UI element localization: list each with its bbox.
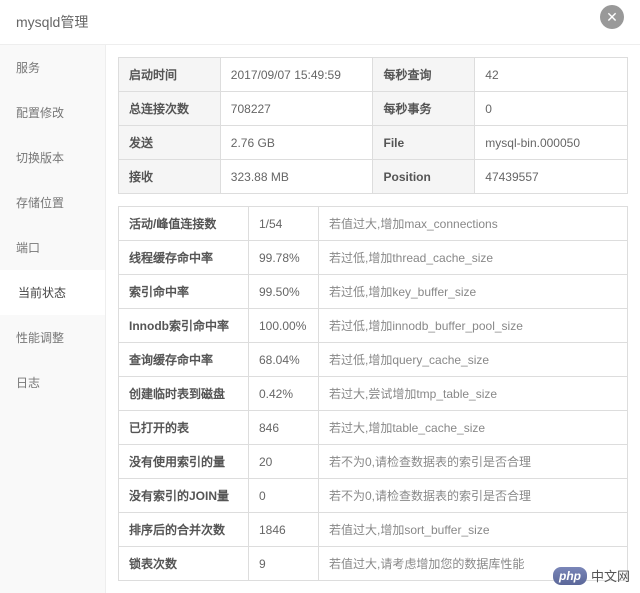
metric-hint: 若值过大,增加max_connections xyxy=(319,207,628,241)
metrics-table: 活动/峰值连接数1/54若值过大,增加max_connections 线程缓存命… xyxy=(118,206,628,581)
dialog-title: mysqld管理 xyxy=(16,12,88,32)
table-row: Innodb索引命中率100.00%若过低,增加innodb_buffer_po… xyxy=(119,309,628,343)
metric-value: 846 xyxy=(249,411,319,445)
metric-value: 68.04% xyxy=(249,343,319,377)
metric-value: 1/54 xyxy=(249,207,319,241)
metric-label: 已打开的表 xyxy=(119,411,249,445)
php-badge-icon: php xyxy=(553,567,587,585)
value-start-time: 2017/09/07 15:49:59 xyxy=(220,58,373,92)
metric-value: 9 xyxy=(249,547,319,581)
sidebar-item-service[interactable]: 服务 xyxy=(0,45,105,90)
sidebar-item-label: 日志 xyxy=(16,376,40,390)
metric-label: 没有使用索引的量 xyxy=(119,445,249,479)
label-file: File xyxy=(373,126,475,160)
label-tps: 每秒事务 xyxy=(373,92,475,126)
metric-hint: 若过低,增加innodb_buffer_pool_size xyxy=(319,309,628,343)
dialog-header: mysqld管理 ✕ xyxy=(0,0,640,45)
metric-label: 查询缓存命中率 xyxy=(119,343,249,377)
watermark-text: 中文网 xyxy=(591,566,630,585)
value-position: 47439557 xyxy=(475,160,628,194)
label-qps: 每秒查询 xyxy=(373,58,475,92)
metric-label: 锁表次数 xyxy=(119,547,249,581)
table-row: 线程缓存命中率99.78%若过低,增加thread_cache_size xyxy=(119,241,628,275)
table-row: 总连接次数 708227 每秒事务 0 xyxy=(119,92,628,126)
value-connections: 708227 xyxy=(220,92,373,126)
metric-label: 排序后的合并次数 xyxy=(119,513,249,547)
sidebar-item-label: 切换版本 xyxy=(16,151,64,165)
table-row: 锁表次数9若值过大,请考虑增加您的数据库性能 xyxy=(119,547,628,581)
metric-value: 1846 xyxy=(249,513,319,547)
sidebar: 服务 配置修改 切换版本 存储位置 端口 当前状态 性能调整 日志 xyxy=(0,45,106,593)
table-row: 活动/峰值连接数1/54若值过大,增加max_connections xyxy=(119,207,628,241)
close-icon[interactable]: ✕ xyxy=(600,5,624,29)
value-received: 323.88 MB xyxy=(220,160,373,194)
sidebar-item-status[interactable]: 当前状态 xyxy=(0,270,105,315)
sidebar-item-storage[interactable]: 存储位置 xyxy=(0,180,105,225)
metric-value: 99.50% xyxy=(249,275,319,309)
table-row: 创建临时表到磁盘0.42%若过大,尝试增加tmp_table_size xyxy=(119,377,628,411)
metric-label: Innodb索引命中率 xyxy=(119,309,249,343)
sidebar-item-performance[interactable]: 性能调整 xyxy=(0,315,105,360)
label-position: Position xyxy=(373,160,475,194)
table-row: 发送 2.76 GB File mysql-bin.000050 xyxy=(119,126,628,160)
metric-value: 99.78% xyxy=(249,241,319,275)
sidebar-item-label: 存储位置 xyxy=(16,196,64,210)
label-received: 接收 xyxy=(119,160,221,194)
content-panel: 启动时间 2017/09/07 15:49:59 每秒查询 42 总连接次数 7… xyxy=(106,45,640,593)
table-row: 没有索引的JOIN量0若不为0,请检查数据表的索引是否合理 xyxy=(119,479,628,513)
metric-hint: 若不为0,请检查数据表的索引是否合理 xyxy=(319,479,628,513)
sidebar-item-label: 服务 xyxy=(16,61,40,75)
sidebar-item-label: 端口 xyxy=(16,241,40,255)
metric-label: 线程缓存命中率 xyxy=(119,241,249,275)
value-sent: 2.76 GB xyxy=(220,126,373,160)
metric-value: 0 xyxy=(249,479,319,513)
sidebar-item-label: 当前状态 xyxy=(18,286,66,300)
sidebar-item-config[interactable]: 配置修改 xyxy=(0,90,105,135)
metric-value: 20 xyxy=(249,445,319,479)
status-summary-table: 启动时间 2017/09/07 15:49:59 每秒查询 42 总连接次数 7… xyxy=(118,57,628,194)
metric-hint: 若过大,尝试增加tmp_table_size xyxy=(319,377,628,411)
table-row: 没有使用索引的量20若不为0,请检查数据表的索引是否合理 xyxy=(119,445,628,479)
label-sent: 发送 xyxy=(119,126,221,160)
sidebar-item-port[interactable]: 端口 xyxy=(0,225,105,270)
sidebar-item-version[interactable]: 切换版本 xyxy=(0,135,105,180)
label-start-time: 启动时间 xyxy=(119,58,221,92)
label-connections: 总连接次数 xyxy=(119,92,221,126)
sidebar-item-label: 性能调整 xyxy=(16,331,64,345)
value-file: mysql-bin.000050 xyxy=(475,126,628,160)
value-qps: 42 xyxy=(475,58,628,92)
metric-hint: 若过低,增加query_cache_size xyxy=(319,343,628,377)
value-tps: 0 xyxy=(475,92,628,126)
metric-label: 创建临时表到磁盘 xyxy=(119,377,249,411)
table-row: 接收 323.88 MB Position 47439557 xyxy=(119,160,628,194)
metric-hint: 若值过大,增加sort_buffer_size xyxy=(319,513,628,547)
table-row: 查询缓存命中率68.04%若过低,增加query_cache_size xyxy=(119,343,628,377)
metric-label: 没有索引的JOIN量 xyxy=(119,479,249,513)
metric-hint: 若过大,增加table_cache_size xyxy=(319,411,628,445)
main-container: 服务 配置修改 切换版本 存储位置 端口 当前状态 性能调整 日志 启动时间 2… xyxy=(0,45,640,593)
table-row: 排序后的合并次数1846若值过大,增加sort_buffer_size xyxy=(119,513,628,547)
metric-label: 索引命中率 xyxy=(119,275,249,309)
metric-value: 0.42% xyxy=(249,377,319,411)
watermark: php 中文网 xyxy=(553,566,630,585)
table-row: 已打开的表846若过大,增加table_cache_size xyxy=(119,411,628,445)
metric-hint: 若过低,增加thread_cache_size xyxy=(319,241,628,275)
sidebar-item-logs[interactable]: 日志 xyxy=(0,360,105,405)
table-row: 索引命中率99.50%若过低,增加key_buffer_size xyxy=(119,275,628,309)
metric-label: 活动/峰值连接数 xyxy=(119,207,249,241)
metric-value: 100.00% xyxy=(249,309,319,343)
metric-hint: 若不为0,请检查数据表的索引是否合理 xyxy=(319,445,628,479)
table-row: 启动时间 2017/09/07 15:49:59 每秒查询 42 xyxy=(119,58,628,92)
sidebar-item-label: 配置修改 xyxy=(16,106,64,120)
metric-hint: 若过低,增加key_buffer_size xyxy=(319,275,628,309)
